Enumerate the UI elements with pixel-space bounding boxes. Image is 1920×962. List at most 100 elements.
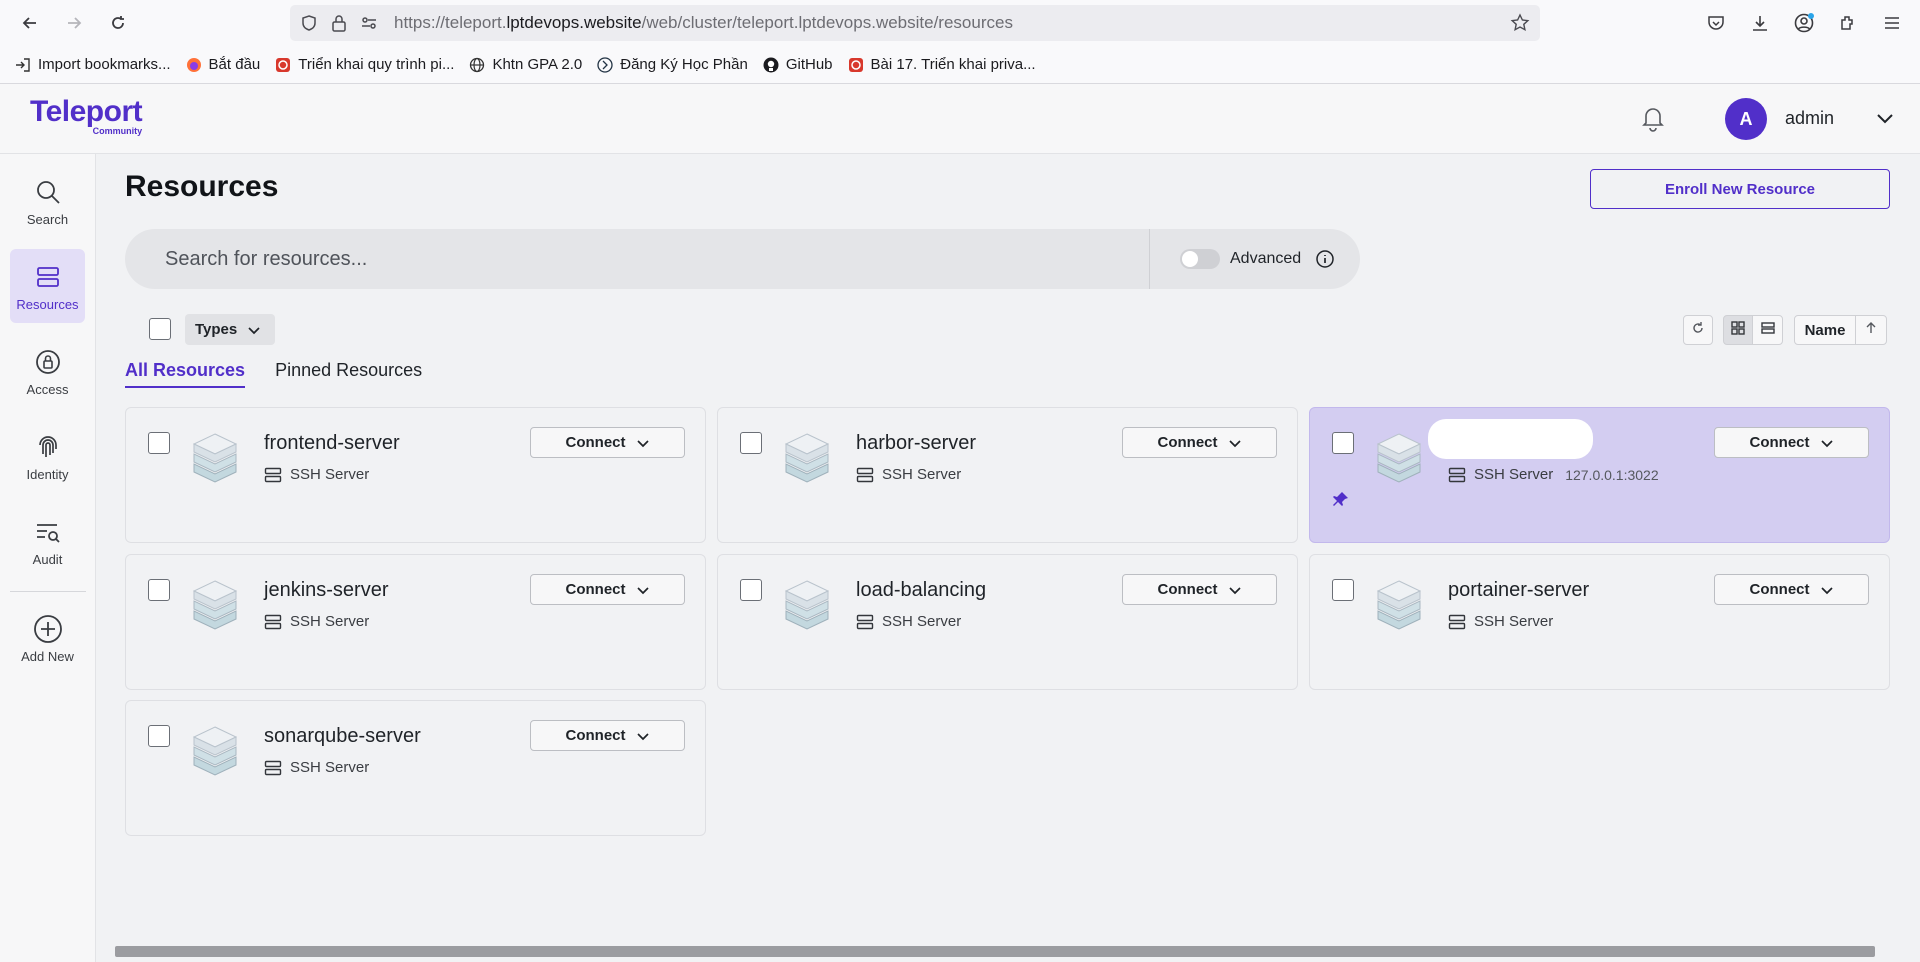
sidebar-item-search[interactable]: Search bbox=[10, 164, 85, 238]
resource-address: 127.0.0.1:3022 bbox=[1565, 466, 1659, 483]
connect-label: Connect bbox=[565, 581, 626, 598]
firefox-icon bbox=[185, 56, 203, 74]
resource-type-label: SSH Server bbox=[290, 613, 370, 630]
server-icon bbox=[34, 261, 62, 293]
username[interactable]: admin bbox=[1785, 108, 1834, 129]
resource-card[interactable]: SSH Server 127.0.0.1:3022 Connect bbox=[1309, 407, 1890, 543]
sidebar-item-label: Access bbox=[26, 381, 69, 397]
resource-checkbox[interactable] bbox=[148, 432, 170, 454]
connect-button[interactable]: Connect bbox=[1714, 427, 1869, 458]
horizontal-scrollbar[interactable] bbox=[115, 946, 1875, 957]
connect-button[interactable]: Connect bbox=[1122, 427, 1277, 458]
menu-icon[interactable] bbox=[1870, 1, 1914, 45]
bell-icon[interactable] bbox=[1640, 104, 1666, 137]
bookmark-import[interactable]: Import bookmarks... bbox=[14, 56, 171, 74]
resource-card[interactable]: frontend-server SSH Server Connect bbox=[125, 407, 706, 543]
pin-icon[interactable] bbox=[1332, 490, 1350, 513]
list-view-button[interactable] bbox=[1752, 315, 1783, 345]
server-stack-icon bbox=[1374, 430, 1424, 491]
bookmark-bat-dau[interactable]: Bắt đầu bbox=[185, 56, 260, 74]
types-filter-button[interactable]: Types bbox=[185, 314, 275, 345]
resource-type-label: SSH Server bbox=[882, 613, 962, 630]
search-input[interactable] bbox=[125, 229, 1150, 289]
resource-type-label: SSH Server bbox=[882, 466, 962, 483]
arrow-up-icon bbox=[1864, 321, 1878, 339]
refresh-button[interactable] bbox=[1683, 315, 1713, 345]
account-icon[interactable] bbox=[1782, 1, 1826, 45]
teleport-logo[interactable]: Teleport Community bbox=[30, 96, 143, 137]
resource-name: sonarqube-server bbox=[264, 725, 421, 747]
grid-view-button[interactable] bbox=[1723, 315, 1753, 345]
permissions-icon[interactable] bbox=[358, 14, 380, 32]
sidebar-item-label: Audit bbox=[32, 551, 63, 567]
resource-tabs: All Resources Pinned Resources bbox=[125, 360, 452, 388]
chevron-down-icon bbox=[636, 436, 650, 450]
chevron-down-icon[interactable] bbox=[1874, 108, 1896, 135]
back-icon[interactable] bbox=[8, 1, 52, 45]
forward-icon[interactable] bbox=[52, 1, 96, 45]
resource-card[interactable]: sonarqube-server SSH Server Connect bbox=[125, 700, 706, 836]
resource-card[interactable]: load-balancing SSH Server Connect bbox=[717, 554, 1298, 690]
bookmark-label: Khtn GPA 2.0 bbox=[492, 56, 583, 73]
shield-icon[interactable] bbox=[298, 14, 320, 32]
resource-checkbox[interactable] bbox=[148, 725, 170, 747]
connect-label: Connect bbox=[1749, 434, 1810, 451]
resource-checkbox[interactable] bbox=[740, 432, 762, 454]
sidebar-item-add-new[interactable]: Add New bbox=[10, 601, 85, 675]
advanced-toggle[interactable] bbox=[1180, 249, 1220, 269]
lock-icon bbox=[34, 346, 62, 378]
downloads-icon[interactable] bbox=[1738, 1, 1782, 45]
sort-field-button[interactable]: Name bbox=[1794, 315, 1856, 345]
sidebar: Search Resources Access Identity Audit A… bbox=[0, 154, 96, 962]
connect-button[interactable]: Connect bbox=[1714, 574, 1869, 605]
sidebar-item-audit[interactable]: Audit bbox=[10, 504, 85, 578]
info-icon[interactable] bbox=[1315, 249, 1335, 269]
bookmark-dang-ky[interactable]: Đăng Ký Học Phần bbox=[596, 56, 748, 74]
server-icon bbox=[264, 467, 282, 483]
url-text[interactable]: https://teleport.lptdevops.website/web/c… bbox=[394, 13, 1013, 33]
server-icon bbox=[264, 614, 282, 630]
address-bar[interactable]: https://teleport.lptdevops.website/web/c… bbox=[290, 5, 1540, 41]
resource-checkbox[interactable] bbox=[740, 579, 762, 601]
resource-card[interactable]: harbor-server SSH Server Connect bbox=[717, 407, 1298, 543]
chevron-down-icon bbox=[1228, 436, 1242, 450]
sidebar-item-identity[interactable]: Identity bbox=[10, 419, 85, 493]
bookmark-label: Bài 17. Triển khai priva... bbox=[870, 56, 1036, 73]
select-all-checkbox[interactable] bbox=[149, 318, 171, 340]
lock-icon[interactable] bbox=[328, 14, 350, 32]
connect-button[interactable]: Connect bbox=[530, 720, 685, 751]
resource-checkbox[interactable] bbox=[1332, 432, 1354, 454]
url-prefix: https://teleport. bbox=[394, 13, 507, 32]
sidebar-item-access[interactable]: Access bbox=[10, 334, 85, 408]
chevron-down-icon bbox=[1228, 583, 1242, 597]
red-site-icon bbox=[847, 56, 865, 74]
pocket-icon[interactable] bbox=[1694, 1, 1738, 45]
bookmark-bai-17[interactable]: Bài 17. Triển khai priva... bbox=[847, 56, 1036, 74]
avatar[interactable]: A bbox=[1725, 98, 1767, 140]
resource-checkbox[interactable] bbox=[148, 579, 170, 601]
sort-direction-button[interactable] bbox=[1855, 315, 1887, 345]
connect-button[interactable]: Connect bbox=[1122, 574, 1277, 605]
bookmark-star-icon[interactable] bbox=[1510, 13, 1530, 38]
bookmark-github[interactable]: GitHub bbox=[762, 56, 833, 74]
server-stack-icon bbox=[190, 430, 240, 491]
globe-icon bbox=[468, 56, 486, 74]
tab-pinned-resources[interactable]: Pinned Resources bbox=[275, 360, 422, 388]
connect-button[interactable]: Connect bbox=[530, 574, 685, 605]
import-icon bbox=[14, 56, 32, 74]
sidebar-item-resources[interactable]: Resources bbox=[10, 249, 85, 323]
resource-name: jenkins-server bbox=[264, 579, 389, 601]
bookmark-trien-khai[interactable]: Triển khai quy trình pi... bbox=[274, 56, 454, 74]
resource-checkbox[interactable] bbox=[1332, 579, 1354, 601]
connect-label: Connect bbox=[565, 727, 626, 744]
connect-button[interactable]: Connect bbox=[530, 427, 685, 458]
tab-all-resources[interactable]: All Resources bbox=[125, 360, 246, 388]
resource-card[interactable]: portainer-server SSH Server Connect bbox=[1309, 554, 1890, 690]
extensions-icon[interactable] bbox=[1826, 1, 1870, 45]
resource-card[interactable]: jenkins-server SSH Server Connect bbox=[125, 554, 706, 690]
bookmark-khtn[interactable]: Khtn GPA 2.0 bbox=[468, 56, 582, 74]
reload-icon[interactable] bbox=[96, 1, 140, 45]
bookmark-label: Import bookmarks... bbox=[38, 56, 171, 73]
enroll-new-resource-button[interactable]: Enroll New Resource bbox=[1590, 169, 1890, 209]
types-label: Types bbox=[195, 321, 238, 338]
